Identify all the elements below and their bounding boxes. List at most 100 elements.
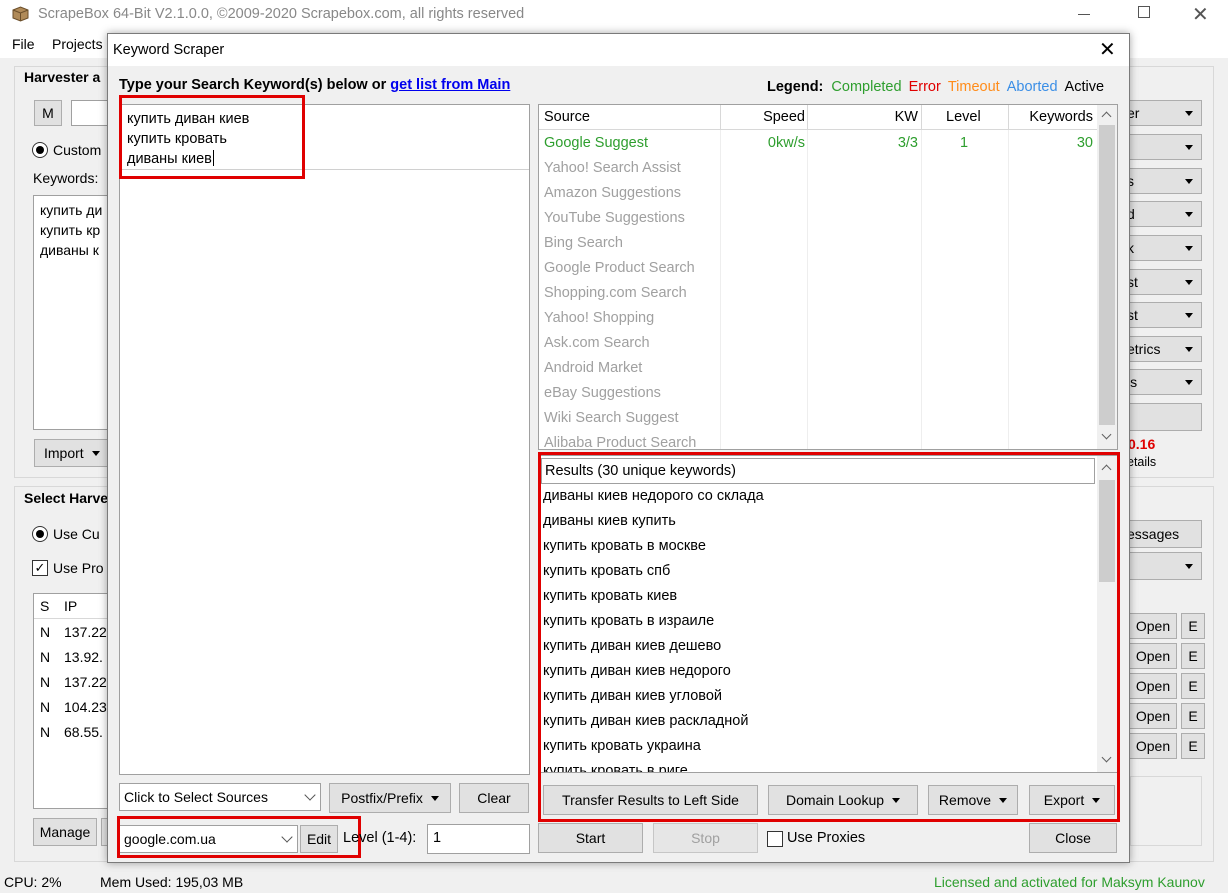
- edit-button[interactable]: Edit: [300, 825, 338, 853]
- domain-combo[interactable]: google.com.ua: [119, 825, 298, 853]
- header-level[interactable]: Level: [946, 109, 981, 125]
- postfix-prefix-button[interactable]: Postfix/Prefix: [329, 783, 451, 813]
- open-button[interactable]: Open: [1129, 643, 1177, 669]
- main-blank-button[interactable]: [1124, 403, 1202, 431]
- header-speed[interactable]: Speed: [763, 109, 805, 125]
- custom-radio[interactable]: [32, 142, 48, 158]
- menu-file[interactable]: File: [12, 36, 35, 52]
- scroll-down-icon[interactable]: [1101, 752, 1112, 763]
- main-right-combo[interactable]: [1124, 552, 1202, 580]
- table-row[interactable]: N 137.22: [40, 624, 107, 640]
- main-dropdown[interactable]: st: [1124, 302, 1202, 328]
- level-input[interactable]: 1: [427, 824, 530, 854]
- table-row[interactable]: N 68.55.: [40, 724, 103, 740]
- table-row[interactable]: N 137.22: [40, 674, 107, 690]
- sources-scrollbar[interactable]: [1097, 105, 1117, 449]
- main-dropdown[interactable]: st: [1124, 269, 1202, 295]
- list-item[interactable]: купить кровать в москве: [543, 538, 706, 563]
- list-item[interactable]: купить кровать спб: [543, 563, 670, 588]
- main-dropdown[interactable]: k: [1124, 235, 1202, 261]
- list-item[interactable]: купить диван киев угловой: [543, 688, 722, 713]
- table-row[interactable]: YouTube Suggestions: [539, 206, 1097, 231]
- scroll-up-icon[interactable]: [1101, 111, 1112, 122]
- list-item[interactable]: купить диван киев раскладной: [543, 713, 748, 738]
- main-dropdown[interactable]: [1124, 134, 1202, 160]
- main-dropdown[interactable]: ls: [1124, 369, 1202, 395]
- main-keywords-textarea[interactable]: купить ди купить кр диваны к: [33, 195, 113, 430]
- scroll-down-icon[interactable]: [1101, 429, 1112, 440]
- stop-button[interactable]: Stop: [653, 823, 758, 853]
- table-row[interactable]: Shopping.com Search: [539, 281, 1097, 306]
- m-button[interactable]: M: [34, 100, 62, 126]
- export-button[interactable]: Export: [1029, 785, 1115, 815]
- open-button[interactable]: Open: [1129, 733, 1177, 759]
- list-item[interactable]: купить кровать в риге: [543, 763, 688, 772]
- table-row[interactable]: eBay Suggestions: [539, 381, 1097, 406]
- table-row[interactable]: Yahoo! Search Assist: [539, 156, 1097, 181]
- proxy-ip: 137.22: [64, 674, 107, 690]
- e-button[interactable]: E: [1181, 703, 1205, 729]
- main-dropdown[interactable]: s: [1124, 168, 1202, 194]
- e-button[interactable]: E: [1181, 613, 1205, 639]
- messages-button[interactable]: essages: [1124, 520, 1202, 548]
- main-dropdown[interactable]: etrics: [1124, 336, 1202, 362]
- manage-button[interactable]: Manage: [33, 818, 97, 846]
- scrollbar-thumb[interactable]: [1099, 125, 1115, 425]
- scrollbar-thumb[interactable]: [1099, 480, 1115, 582]
- list-item[interactable]: купить кровать в израиле: [543, 613, 714, 638]
- use-proxy-checkbox[interactable]: ✓: [32, 560, 48, 576]
- table-row[interactable]: Alibaba Product Search: [539, 431, 1097, 449]
- maximize-icon[interactable]: [1138, 6, 1150, 18]
- scroll-up-icon[interactable]: [1101, 464, 1112, 475]
- proxy-ip: 104.23: [64, 699, 107, 715]
- table-row[interactable]: Bing Search: [539, 231, 1097, 256]
- table-row[interactable]: N 104.23: [40, 699, 107, 715]
- use-proxies-checkbox[interactable]: [767, 831, 783, 847]
- close-button[interactable]: Close: [1029, 823, 1117, 853]
- header-source[interactable]: Source: [544, 109, 590, 125]
- list-item[interactable]: купить диван киев дешево: [543, 638, 721, 663]
- import-button[interactable]: Import: [34, 439, 112, 467]
- menu-projects[interactable]: Projects: [52, 36, 103, 52]
- header-keywords[interactable]: Keywords: [1029, 109, 1093, 125]
- harvester-input[interactable]: [71, 100, 111, 126]
- list-item[interactable]: купить кровать киев: [543, 588, 677, 613]
- use-custom-radio[interactable]: [32, 526, 48, 542]
- table-row[interactable]: Wiki Search Suggest: [539, 406, 1097, 431]
- dialog-close-icon[interactable]: ✕: [1099, 37, 1116, 62]
- list-item[interactable]: купить диван киев недорого: [543, 663, 731, 688]
- results-scrollbar[interactable]: [1097, 456, 1117, 772]
- chevron-down-icon: [1185, 564, 1193, 569]
- open-button[interactable]: Open: [1129, 673, 1177, 699]
- table-row[interactable]: Ask.com Search: [539, 331, 1097, 356]
- e-button[interactable]: E: [1181, 643, 1205, 669]
- table-row[interactable]: N 13.92.: [40, 649, 103, 665]
- clear-button[interactable]: Clear: [459, 783, 529, 813]
- transfer-results-button[interactable]: Transfer Results to Left Side: [543, 785, 758, 815]
- remove-button[interactable]: Remove: [928, 785, 1018, 815]
- close-icon[interactable]: ✕: [1192, 2, 1209, 27]
- get-list-link[interactable]: get list from Main: [390, 77, 510, 93]
- table-row[interactable]: Yahoo! Shopping: [539, 306, 1097, 331]
- list-item[interactable]: купить кровать украина: [543, 738, 701, 763]
- chevron-down-icon: [999, 797, 1008, 803]
- main-dropdown[interactable]: d: [1124, 201, 1202, 227]
- start-button[interactable]: Start: [538, 823, 643, 853]
- table-row[interactable]: Android Market: [539, 356, 1097, 381]
- open-button[interactable]: Open: [1129, 703, 1177, 729]
- list-item[interactable]: диваны киев купить: [543, 513, 676, 538]
- table-row[interactable]: Amazon Suggestions: [539, 181, 1097, 206]
- table-row[interactable]: Google Suggest 0kw/s 3/3 1 30: [539, 131, 1097, 156]
- header-kw[interactable]: KW: [895, 109, 918, 125]
- minimize-icon[interactable]: [1078, 14, 1090, 15]
- open-button[interactable]: Open: [1129, 613, 1177, 639]
- e-button[interactable]: E: [1181, 733, 1205, 759]
- list-item[interactable]: диваны киев недорого со склада: [543, 488, 764, 513]
- domain-lookup-button[interactable]: Domain Lookup: [768, 785, 918, 815]
- main-dropdown[interactable]: er: [1124, 100, 1202, 126]
- keyword-line: диваны киев: [127, 149, 249, 169]
- table-row[interactable]: Google Product Search: [539, 256, 1097, 281]
- e-button[interactable]: E: [1181, 673, 1205, 699]
- select-sources-combo[interactable]: Click to Select Sources: [119, 783, 321, 811]
- keywords-textarea[interactable]: купить диван киев купить кровать диваны …: [119, 104, 530, 775]
